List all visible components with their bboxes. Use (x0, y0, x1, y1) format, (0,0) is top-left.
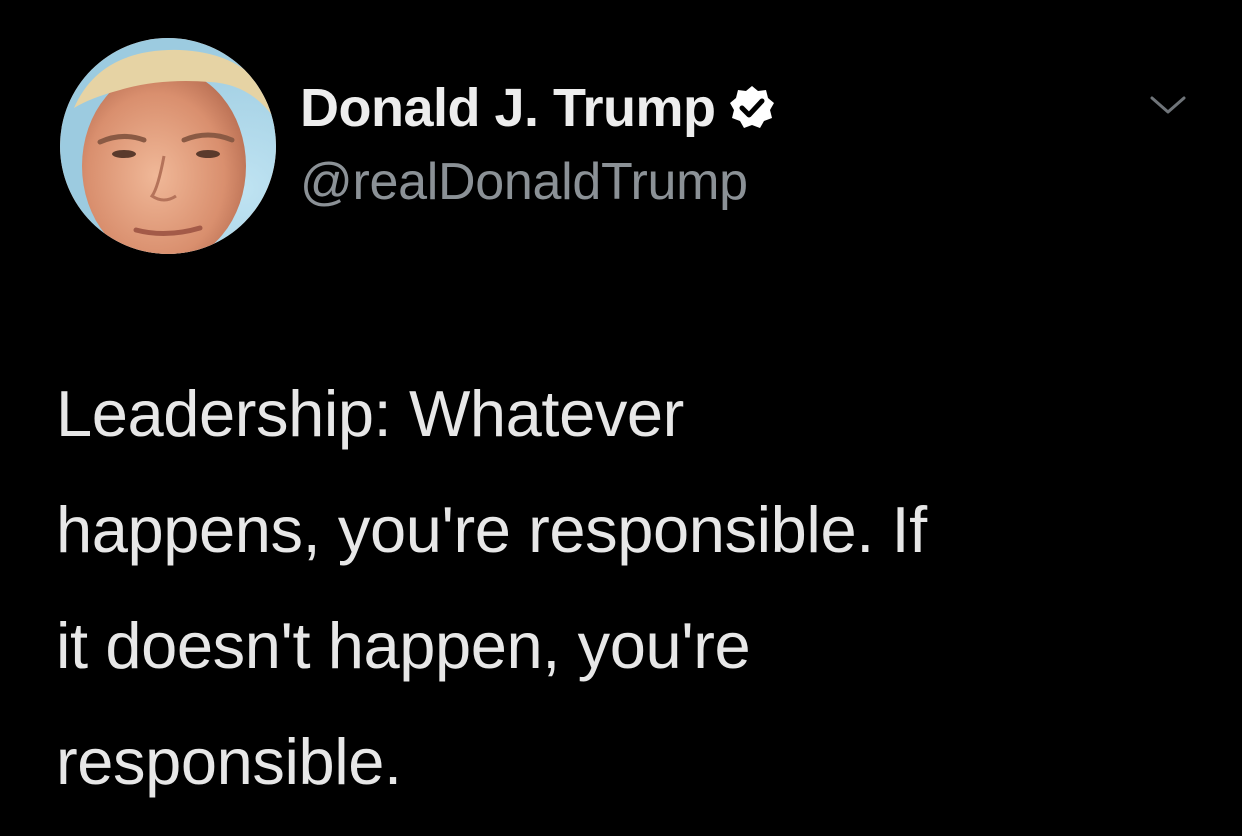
tweet-card: Donald J. Trump @realDonaldTrump Leaders… (0, 0, 1242, 836)
author-name-row: Donald J. Trump (300, 74, 776, 142)
author-handle[interactable]: @realDonaldTrump (300, 152, 748, 212)
tweet-text: Leadership: Whatever happens, you're res… (56, 356, 1196, 820)
profile-photo-icon (60, 38, 276, 254)
verified-badge-icon (729, 86, 774, 128)
tweet-text-line: happens, you're responsible. If (56, 493, 927, 566)
avatar[interactable] (60, 38, 276, 254)
tweet-text-line: it doesn't happen, you're (56, 609, 751, 682)
display-name[interactable]: Donald J. Trump (300, 77, 716, 139)
tweet-text-line: Leadership: Whatever (56, 377, 684, 450)
chevron-down-icon[interactable] (1146, 90, 1190, 120)
tweet-text-line: responsible. (56, 725, 402, 798)
